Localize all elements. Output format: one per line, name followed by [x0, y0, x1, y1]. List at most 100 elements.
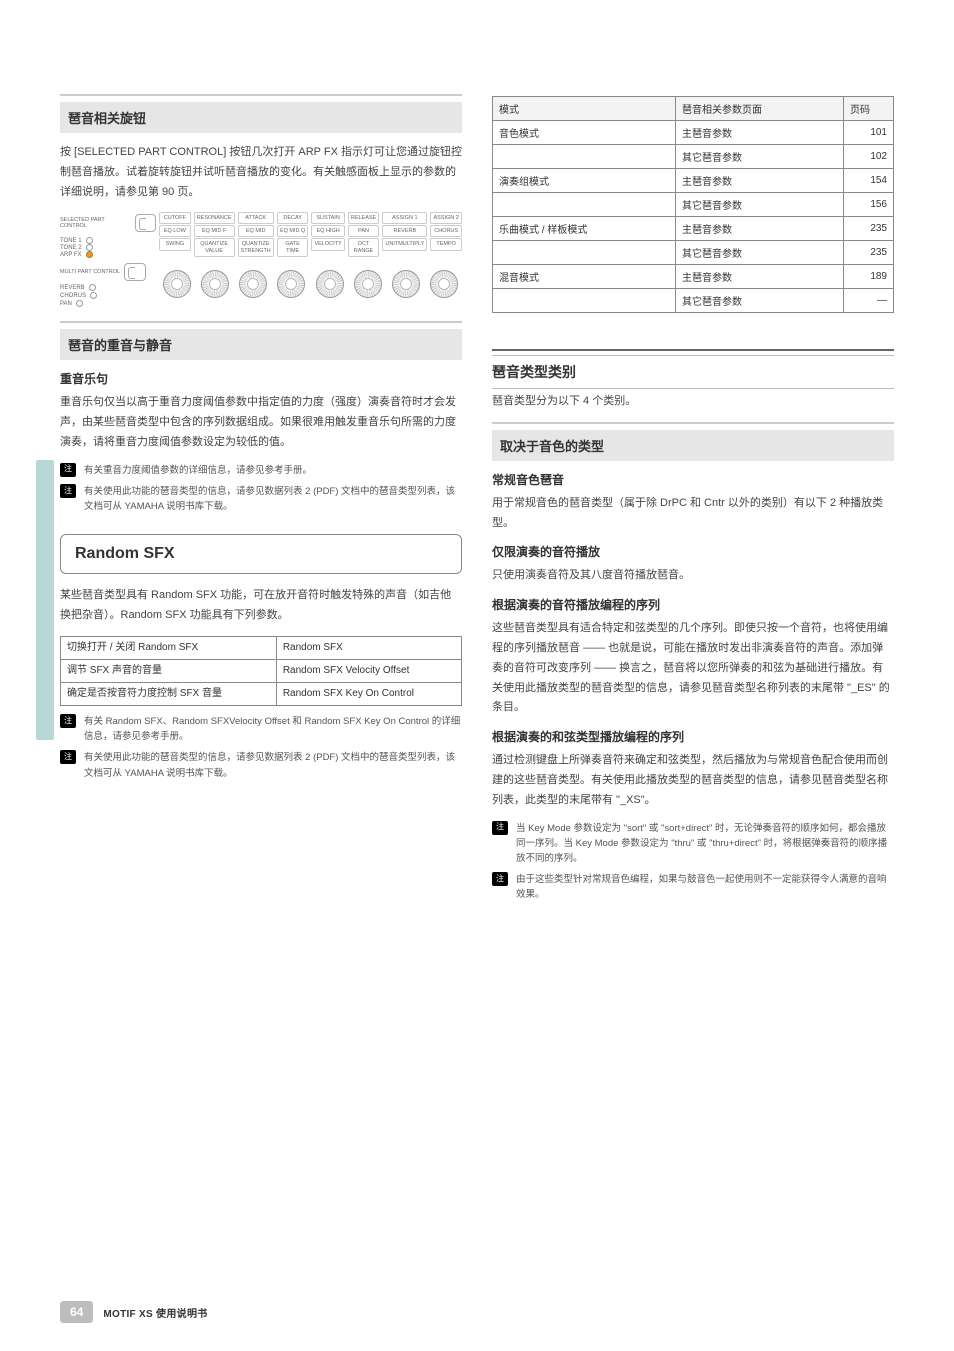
panel-param-label: OCT RANGE	[348, 238, 380, 256]
note-drum: 由于这些类型针对常规音色编程，如果与鼓音色一起使用则不一定能获得令人满意的音响效…	[516, 872, 894, 902]
led-icon	[76, 300, 83, 307]
arp-category-heading: 琶音类型类别	[492, 362, 894, 382]
panel-param-label: CHORUS	[430, 225, 462, 237]
knob-panel-diagram: SELECTED PART CONTROL TONE 1TONE 2ARP FX…	[60, 212, 462, 307]
section-arp-knobs: 琶音相关旋钮	[60, 102, 462, 133]
panel-param-label: UNITMULTIPLY	[382, 238, 427, 250]
multi-part-control-icon	[124, 263, 146, 281]
table-cell	[493, 193, 676, 217]
note-tag: 注	[60, 463, 76, 477]
sub-notes-only-text: 只使用演奏音符及其八度音符播放琶音。	[492, 566, 894, 586]
led-icon	[86, 244, 93, 251]
selected-part-control-icon	[135, 214, 156, 232]
arp-category-intro: 琶音类型分为以下 4 个类别。	[492, 392, 894, 412]
knob-icon	[354, 270, 382, 298]
table-cell: 演奏组模式	[493, 169, 676, 193]
panel-param-label: EQ MID F	[194, 225, 235, 237]
arp-knobs-text: 按 [SELECTED PART CONTROL] 按钮几次打开 ARP FX …	[60, 143, 462, 202]
footer-title: MOTIF XS 使用说明书	[103, 1305, 207, 1320]
led-icon	[90, 292, 97, 299]
note-tag: 注	[60, 484, 76, 498]
page-number: 64	[60, 1301, 93, 1323]
table-cell: 189	[844, 265, 894, 289]
knob-icon	[277, 270, 305, 298]
table-row: 其它琶音参数102	[493, 145, 894, 169]
note-tag: 注	[492, 872, 508, 886]
random-sfx-text: 某些琶音类型具有 Random SFX 功能，可在放开音符时触发特殊的声音（如吉…	[60, 586, 462, 626]
panel-param-label: SWING	[159, 238, 191, 250]
table-cell: 主琶音参数	[676, 217, 844, 241]
table-row: 切换打开 / 关闭 Random SFXRandom SFX	[61, 636, 462, 659]
panel-param-label: EQ MID Q	[277, 225, 309, 237]
panel-row-label: PAN	[60, 301, 72, 307]
table-cell: 乐曲模式 / 样板模式	[493, 217, 676, 241]
panel-param-label: TEMPO	[430, 238, 462, 250]
multi-part-control-label: MULTI PART CONTROL	[60, 269, 120, 275]
table-row: 其它琶音参数235	[493, 241, 894, 265]
knob-icon	[163, 270, 191, 298]
knob-icon	[239, 270, 267, 298]
panel-row-label: CHORUS	[60, 293, 86, 299]
knob-icon	[430, 270, 458, 298]
sub-chord-seq-text: 通过检测键盘上所弹奏音符来确定和弦类型，然后播放为与常规音色配合使用而创建的这些…	[492, 751, 894, 810]
panel-row-led: TONE 2	[60, 244, 156, 251]
table-cell: 235	[844, 241, 894, 265]
table-cell: 确定是否按音符力度控制 SFX 音量	[61, 682, 277, 705]
table-row: 其它琶音参数—	[493, 289, 894, 313]
panel-param-label: GATE TIME	[277, 238, 309, 256]
table-row: 混音模式主琶音参数189	[493, 265, 894, 289]
table-row: 调节 SFX 声音的音量Random SFX Velocity Offset	[61, 659, 462, 682]
sub-prog-seq: 根据演奏的音符播放编程的序列	[492, 596, 894, 613]
panel-param-label: ATTACK	[238, 212, 274, 224]
table-row: 音色模式主琶音参数101	[493, 121, 894, 145]
table-cell: 主琶音参数	[676, 121, 844, 145]
subsection-accent: 重音乐句	[60, 370, 462, 387]
table-cell: 其它琶音参数	[676, 289, 844, 313]
table-cell: 混音模式	[493, 265, 676, 289]
section-depend-voice: 取决于音色的类型	[492, 430, 894, 461]
panel-param-label: DECAY	[277, 212, 309, 224]
table-cell	[493, 289, 676, 313]
random-sfx-table: 切换打开 / 关闭 Random SFXRandom SFX调节 SFX 声音的…	[60, 636, 462, 706]
table-cell: Random SFX Velocity Offset	[276, 659, 461, 682]
panel-param-label: QUANTIZE VALUE	[194, 238, 235, 256]
right-column: 模式 琶音相关参数页面 页码 音色模式主琶音参数101其它琶音参数102演奏组模…	[492, 90, 894, 909]
table-cell: 102	[844, 145, 894, 169]
note-accent-1: 有关重音力度阈值参数的详细信息，请参见参考手册。	[84, 463, 462, 478]
panel-param-label: CUTOFF	[159, 212, 191, 224]
modes-table: 模式 琶音相关参数页面 页码 音色模式主琶音参数101其它琶音参数102演奏组模…	[492, 96, 894, 313]
panel-row-led: ARP FX	[60, 251, 156, 258]
note-tag: 注	[492, 821, 508, 835]
panel-param-label: EQ MID	[238, 225, 274, 237]
panel-row-label: TONE 2	[60, 245, 82, 251]
sub-prog-seq-text: 这些琶音类型具有适合特定和弦类型的几个序列。即使只按一个音符，也将使用编程的序列…	[492, 619, 894, 718]
sub-normal-arp-text: 用于常规音色的琶音类型（属于除 DrPC 和 Cntr 以外的类别）有以下 2 …	[492, 494, 894, 534]
panel-param-label: EQ LOW	[159, 225, 191, 237]
panel-row-led: TONE 1	[60, 237, 156, 244]
knob-icon	[316, 270, 344, 298]
selected-part-control-label: SELECTED PART CONTROL	[60, 217, 131, 229]
sub-chord-seq: 根据演奏的和弦类型播放编程的序列	[492, 728, 894, 745]
panel-param-label: ASSIGN 1	[382, 212, 427, 224]
table-cell: 其它琶音参数	[676, 241, 844, 265]
section-accent-mute: 琶音的重音与静音	[60, 329, 462, 360]
table-cell: 调节 SFX 声音的音量	[61, 659, 277, 682]
panel-param-label: QUANTIZE STRENGTH	[238, 238, 274, 256]
note-accent-2: 有关使用此功能的琶音类型的信息，请参见数据列表 2 (PDF) 文档中的琶音类型…	[84, 484, 462, 514]
table-row: 确定是否按音符力度控制 SFX 音量Random SFX Key On Cont…	[61, 682, 462, 705]
table-cell: —	[844, 289, 894, 313]
panel-param-label: SUSTAIN	[311, 212, 344, 224]
table-cell: 其它琶音参数	[676, 193, 844, 217]
note-random-1: 有关 Random SFX、Random SFXVelocity Offset …	[84, 714, 462, 744]
panel-param-label: RELEASE	[348, 212, 380, 224]
panel-param-label: VELOCITY	[311, 238, 344, 250]
table-cell: Random SFX Key On Control	[276, 682, 461, 705]
led-icon	[86, 251, 93, 258]
sub-notes-only: 仅限演奏的音符播放	[492, 543, 894, 560]
modes-th-mode: 模式	[493, 97, 676, 121]
table-row: 乐曲模式 / 样板模式主琶音参数235	[493, 217, 894, 241]
side-tab	[36, 460, 54, 740]
panel-param-label: RESONANCE	[194, 212, 235, 224]
table-row: 其它琶音参数156	[493, 193, 894, 217]
random-sfx-box: Random SFX	[60, 534, 462, 574]
